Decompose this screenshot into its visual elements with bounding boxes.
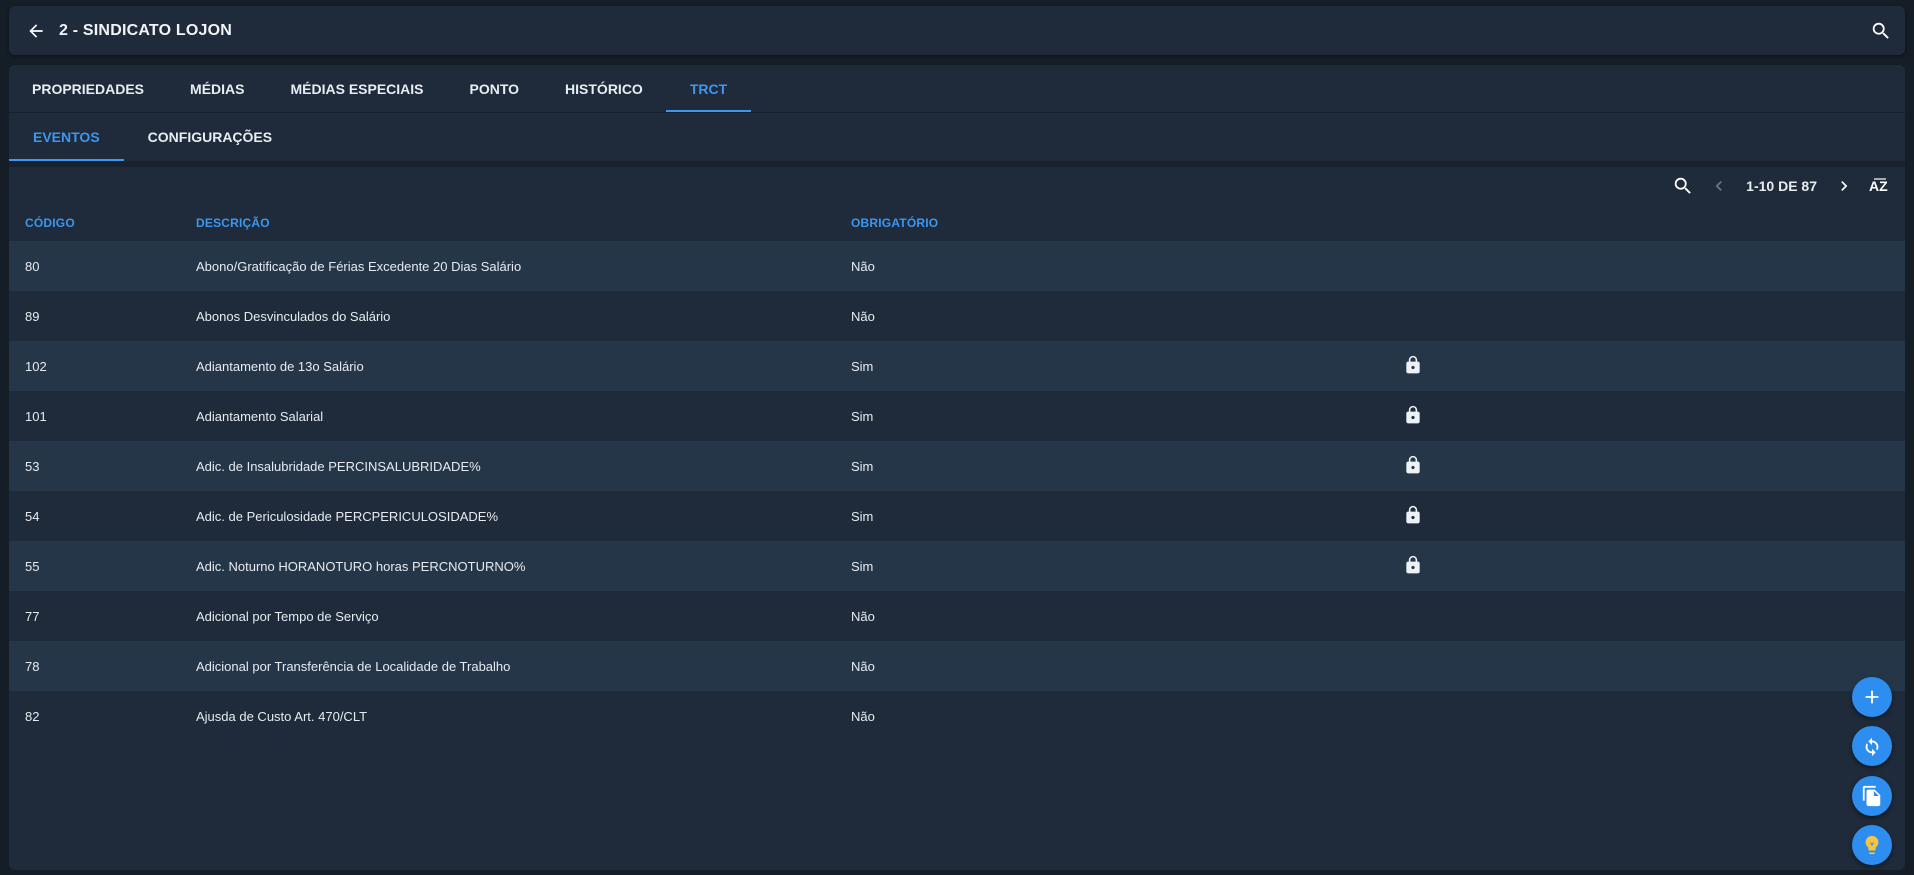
- column-header-obrigatorio[interactable]: OBRIGATÓRIO: [851, 205, 1403, 241]
- column-header-codigo[interactable]: CÓDIGO: [9, 205, 196, 241]
- lock-icon: [1406, 505, 1420, 523]
- arrow-left-icon: [29, 23, 43, 38]
- cell-lock: [1403, 491, 1905, 541]
- cell-lock: [1403, 591, 1905, 641]
- cell-codigo: 89: [9, 291, 196, 341]
- sort-az-button[interactable]: AZ: [1865, 171, 1895, 201]
- table-search-button[interactable]: [1668, 171, 1698, 201]
- cell-descricao: Ajusda de Custo Art. 470/CLT: [196, 691, 851, 741]
- cell-lock: [1403, 691, 1905, 741]
- main-card: PROPRIEDADES MÉDIAS MÉDIAS ESPECIAIS PON…: [9, 65, 1905, 870]
- table-row[interactable]: 102 Adiantamento de 13o Salário Sim: [9, 341, 1905, 391]
- cell-descricao: Adiantamento Salarial: [196, 391, 851, 441]
- cell-descricao: Abono/Gratificação de Férias Excedente 2…: [196, 241, 851, 291]
- table-row[interactable]: 78 Adicional por Transferência de Localid…: [9, 641, 1905, 691]
- cell-codigo: 102: [9, 341, 196, 391]
- lightbulb-icon: [1865, 835, 1879, 855]
- cell-obrigatorio: Sim: [851, 341, 1403, 391]
- page: 2 - SINDICATO LOJON PROPRIEDADES MÉDIAS …: [0, 0, 1914, 875]
- cell-codigo: 53: [9, 441, 196, 491]
- table-row[interactable]: 55 Adic. Noturno HORANOTURO horas PERCNOT…: [9, 541, 1905, 591]
- back-button[interactable]: [25, 20, 47, 42]
- cell-obrigatorio: Não: [851, 591, 1403, 641]
- table-toolbar: 1-10 DE 87 AZ: [9, 167, 1905, 205]
- tab-medias[interactable]: MÉDIAS: [167, 65, 267, 112]
- cell-obrigatorio: Sim: [851, 441, 1403, 491]
- lock-icon: [1406, 455, 1420, 473]
- cell-obrigatorio: Não: [851, 691, 1403, 741]
- cell-obrigatorio: Não: [851, 291, 1403, 341]
- previous-page-button[interactable]: [1704, 171, 1734, 201]
- cell-descricao: Adic. Noturno HORANOTURO horas PERCNOTUR…: [196, 541, 851, 591]
- table-row[interactable]: 89 Abonos Desvinculados do Salário Não: [9, 291, 1905, 341]
- table-row[interactable]: 54 Adic. de Periculosidade PERCPERICULOSI…: [9, 491, 1905, 541]
- cell-codigo: 77: [9, 591, 196, 641]
- table-row[interactable]: 53 Adic. de Insalubridade PERCINSALUBRIDA…: [9, 441, 1905, 491]
- header-search-button[interactable]: [1869, 19, 1893, 43]
- cell-codigo: 54: [9, 491, 196, 541]
- cell-codigo: 78: [9, 641, 196, 691]
- sub-tabs: EVENTOS CONFIGURAÇÕES: [9, 113, 1905, 162]
- search-icon: [1872, 22, 1889, 39]
- cell-lock: [1403, 341, 1905, 391]
- page-title: 2 - SINDICATO LOJON: [59, 21, 233, 39]
- sort-az-icon: AZ: [1869, 178, 1888, 194]
- lock-icon: [1406, 405, 1420, 423]
- add-button[interactable]: [1852, 677, 1892, 717]
- events-table: CÓDIGO DESCRIÇÃO OBRIGATÓRIO 80 Abono/Gra…: [9, 205, 1905, 741]
- refresh-icon: [1865, 737, 1879, 757]
- cell-obrigatorio: Sim: [851, 491, 1403, 541]
- lock-icon: [1406, 355, 1420, 373]
- cell-descricao: Adic. de Insalubridade PERCINSALUBRIDADE…: [196, 441, 851, 491]
- column-header-descricao[interactable]: DESCRIÇÃO: [196, 205, 851, 241]
- main-tabs: PROPRIEDADES MÉDIAS MÉDIAS ESPECIAIS PON…: [9, 65, 1905, 113]
- tab-propriedades[interactable]: PROPRIEDADES: [9, 65, 167, 112]
- sort-az-label: AZ: [1869, 178, 1888, 194]
- cell-descricao: Adic. de Periculosidade PERCPERICULOSIDA…: [196, 491, 851, 541]
- table-row[interactable]: 101 Adiantamento Salarial Sim: [9, 391, 1905, 441]
- cell-descricao: Adiantamento de 13o Salário: [196, 341, 851, 391]
- next-page-button[interactable]: [1829, 171, 1859, 201]
- tab-medias-especiais[interactable]: MÉDIAS ESPECIAIS: [267, 65, 446, 112]
- cell-codigo: 80: [9, 241, 196, 291]
- cell-lock: [1403, 441, 1905, 491]
- chevron-right-icon: [1841, 181, 1848, 191]
- cell-obrigatorio: Sim: [851, 391, 1403, 441]
- cell-lock: [1403, 541, 1905, 591]
- table-row[interactable]: 77 Adicional por Tempo de Serviço Não: [9, 591, 1905, 641]
- cell-codigo: 101: [9, 391, 196, 441]
- plus-icon: [1865, 690, 1879, 704]
- cell-obrigatorio: Não: [851, 641, 1403, 691]
- cell-obrigatorio: Sim: [851, 541, 1403, 591]
- copy-button[interactable]: [1852, 776, 1892, 816]
- tab-ponto[interactable]: PONTO: [447, 65, 543, 112]
- cell-codigo: 82: [9, 691, 196, 741]
- tab-trct[interactable]: TRCT: [665, 65, 752, 112]
- tips-button[interactable]: [1852, 825, 1892, 865]
- lock-icon: [1406, 555, 1420, 573]
- table-header-row: CÓDIGO DESCRIÇÃO OBRIGATÓRIO: [9, 205, 1905, 241]
- cell-descricao: Adicional por Transferência de Localidad…: [196, 641, 851, 691]
- app-header: 2 - SINDICATO LOJON: [9, 6, 1905, 55]
- copy-icon: [1862, 785, 1881, 807]
- cell-lock: [1403, 291, 1905, 341]
- pagination-label: 1-10 DE 87: [1746, 178, 1817, 194]
- table-row[interactable]: 80 Abono/Gratificação de Férias Excedente…: [9, 241, 1905, 291]
- column-header-lock: [1403, 205, 1905, 241]
- cell-obrigatorio: Não: [851, 241, 1403, 291]
- cell-codigo: 55: [9, 541, 196, 591]
- table-body: 80 Abono/Gratificação de Férias Excedente…: [9, 241, 1905, 741]
- refresh-button[interactable]: [1852, 726, 1892, 766]
- subtab-eventos[interactable]: EVENTOS: [9, 113, 124, 161]
- cell-lock: [1403, 241, 1905, 291]
- tab-historico[interactable]: HISTÓRICO: [542, 65, 666, 112]
- table-row[interactable]: 82 Ajusda de Custo Art. 470/CLT Não: [9, 691, 1905, 741]
- chevron-left-icon: [1715, 181, 1723, 191]
- cell-descricao: Adicional por Tempo de Serviço: [196, 591, 851, 641]
- subtab-configuracoes[interactable]: CONFIGURAÇÕES: [124, 113, 296, 161]
- search-icon: [1674, 177, 1691, 194]
- cell-descricao: Abonos Desvinculados do Salário: [196, 291, 851, 341]
- cell-lock: [1403, 391, 1905, 441]
- cell-lock: [1403, 641, 1905, 691]
